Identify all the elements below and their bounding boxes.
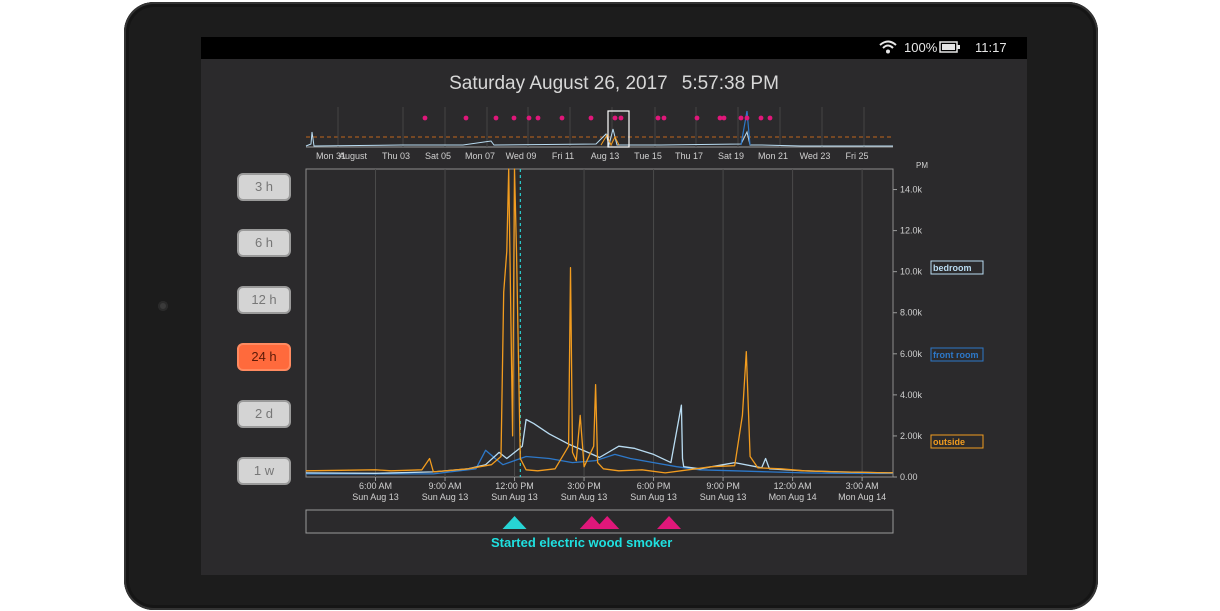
x-tick-label: 9:00 PM xyxy=(706,481,740,491)
y-tick-label: 14.0k xyxy=(900,185,923,195)
legend-outside[interactable]: outside xyxy=(933,437,965,447)
y-unit-label: PM xyxy=(916,161,928,170)
x-tick-date-label: Sun Aug 13 xyxy=(700,492,747,502)
x-tick-label: 3:00 AM xyxy=(846,481,879,491)
y-tick-label: 8.00k xyxy=(900,308,923,318)
x-tick-label: 9:00 AM xyxy=(429,481,462,491)
x-tick-date-label: Sun Aug 13 xyxy=(491,492,538,502)
main-chart[interactable]: 6:00 AMSun Aug 139:00 AMSun Aug 1312:00 … xyxy=(201,37,1027,507)
legend-front-room[interactable]: front room xyxy=(933,350,979,360)
x-tick-date-label: Sun Aug 13 xyxy=(422,492,469,502)
camera-icon xyxy=(158,301,168,311)
x-tick-date-label: Sun Aug 13 xyxy=(352,492,399,502)
event-track-box xyxy=(305,509,894,534)
x-tick-date-label: Sun Aug 13 xyxy=(561,492,608,502)
plot-area xyxy=(305,168,894,478)
x-tick-date-label: Mon Aug 14 xyxy=(769,492,817,502)
screen: 100% 11:17 Saturday August 26, 2017 5:57:… xyxy=(201,37,1027,575)
x-tick-label: 6:00 AM xyxy=(359,481,392,491)
x-tick-label: 6:00 PM xyxy=(637,481,671,491)
x-tick-label: 3:00 PM xyxy=(567,481,601,491)
event-caption: Started electric wood smoker xyxy=(491,535,673,550)
y-tick-label: 10.0k xyxy=(900,267,923,277)
x-tick-date-label: Mon Aug 14 xyxy=(838,492,886,502)
y-tick-label: 2.00k xyxy=(900,431,923,441)
legend-bedroom[interactable]: bedroom xyxy=(933,263,972,273)
y-tick-label: 12.0k xyxy=(900,226,923,236)
y-tick-label: 6.00k xyxy=(900,349,923,359)
x-tick-label: 12:00 PM xyxy=(495,481,534,491)
y-tick-label: 4.00k xyxy=(900,390,923,400)
y-tick-label: 0.00 xyxy=(900,472,918,482)
x-tick-label: 12:00 AM xyxy=(774,481,812,491)
x-tick-date-label: Sun Aug 13 xyxy=(630,492,677,502)
